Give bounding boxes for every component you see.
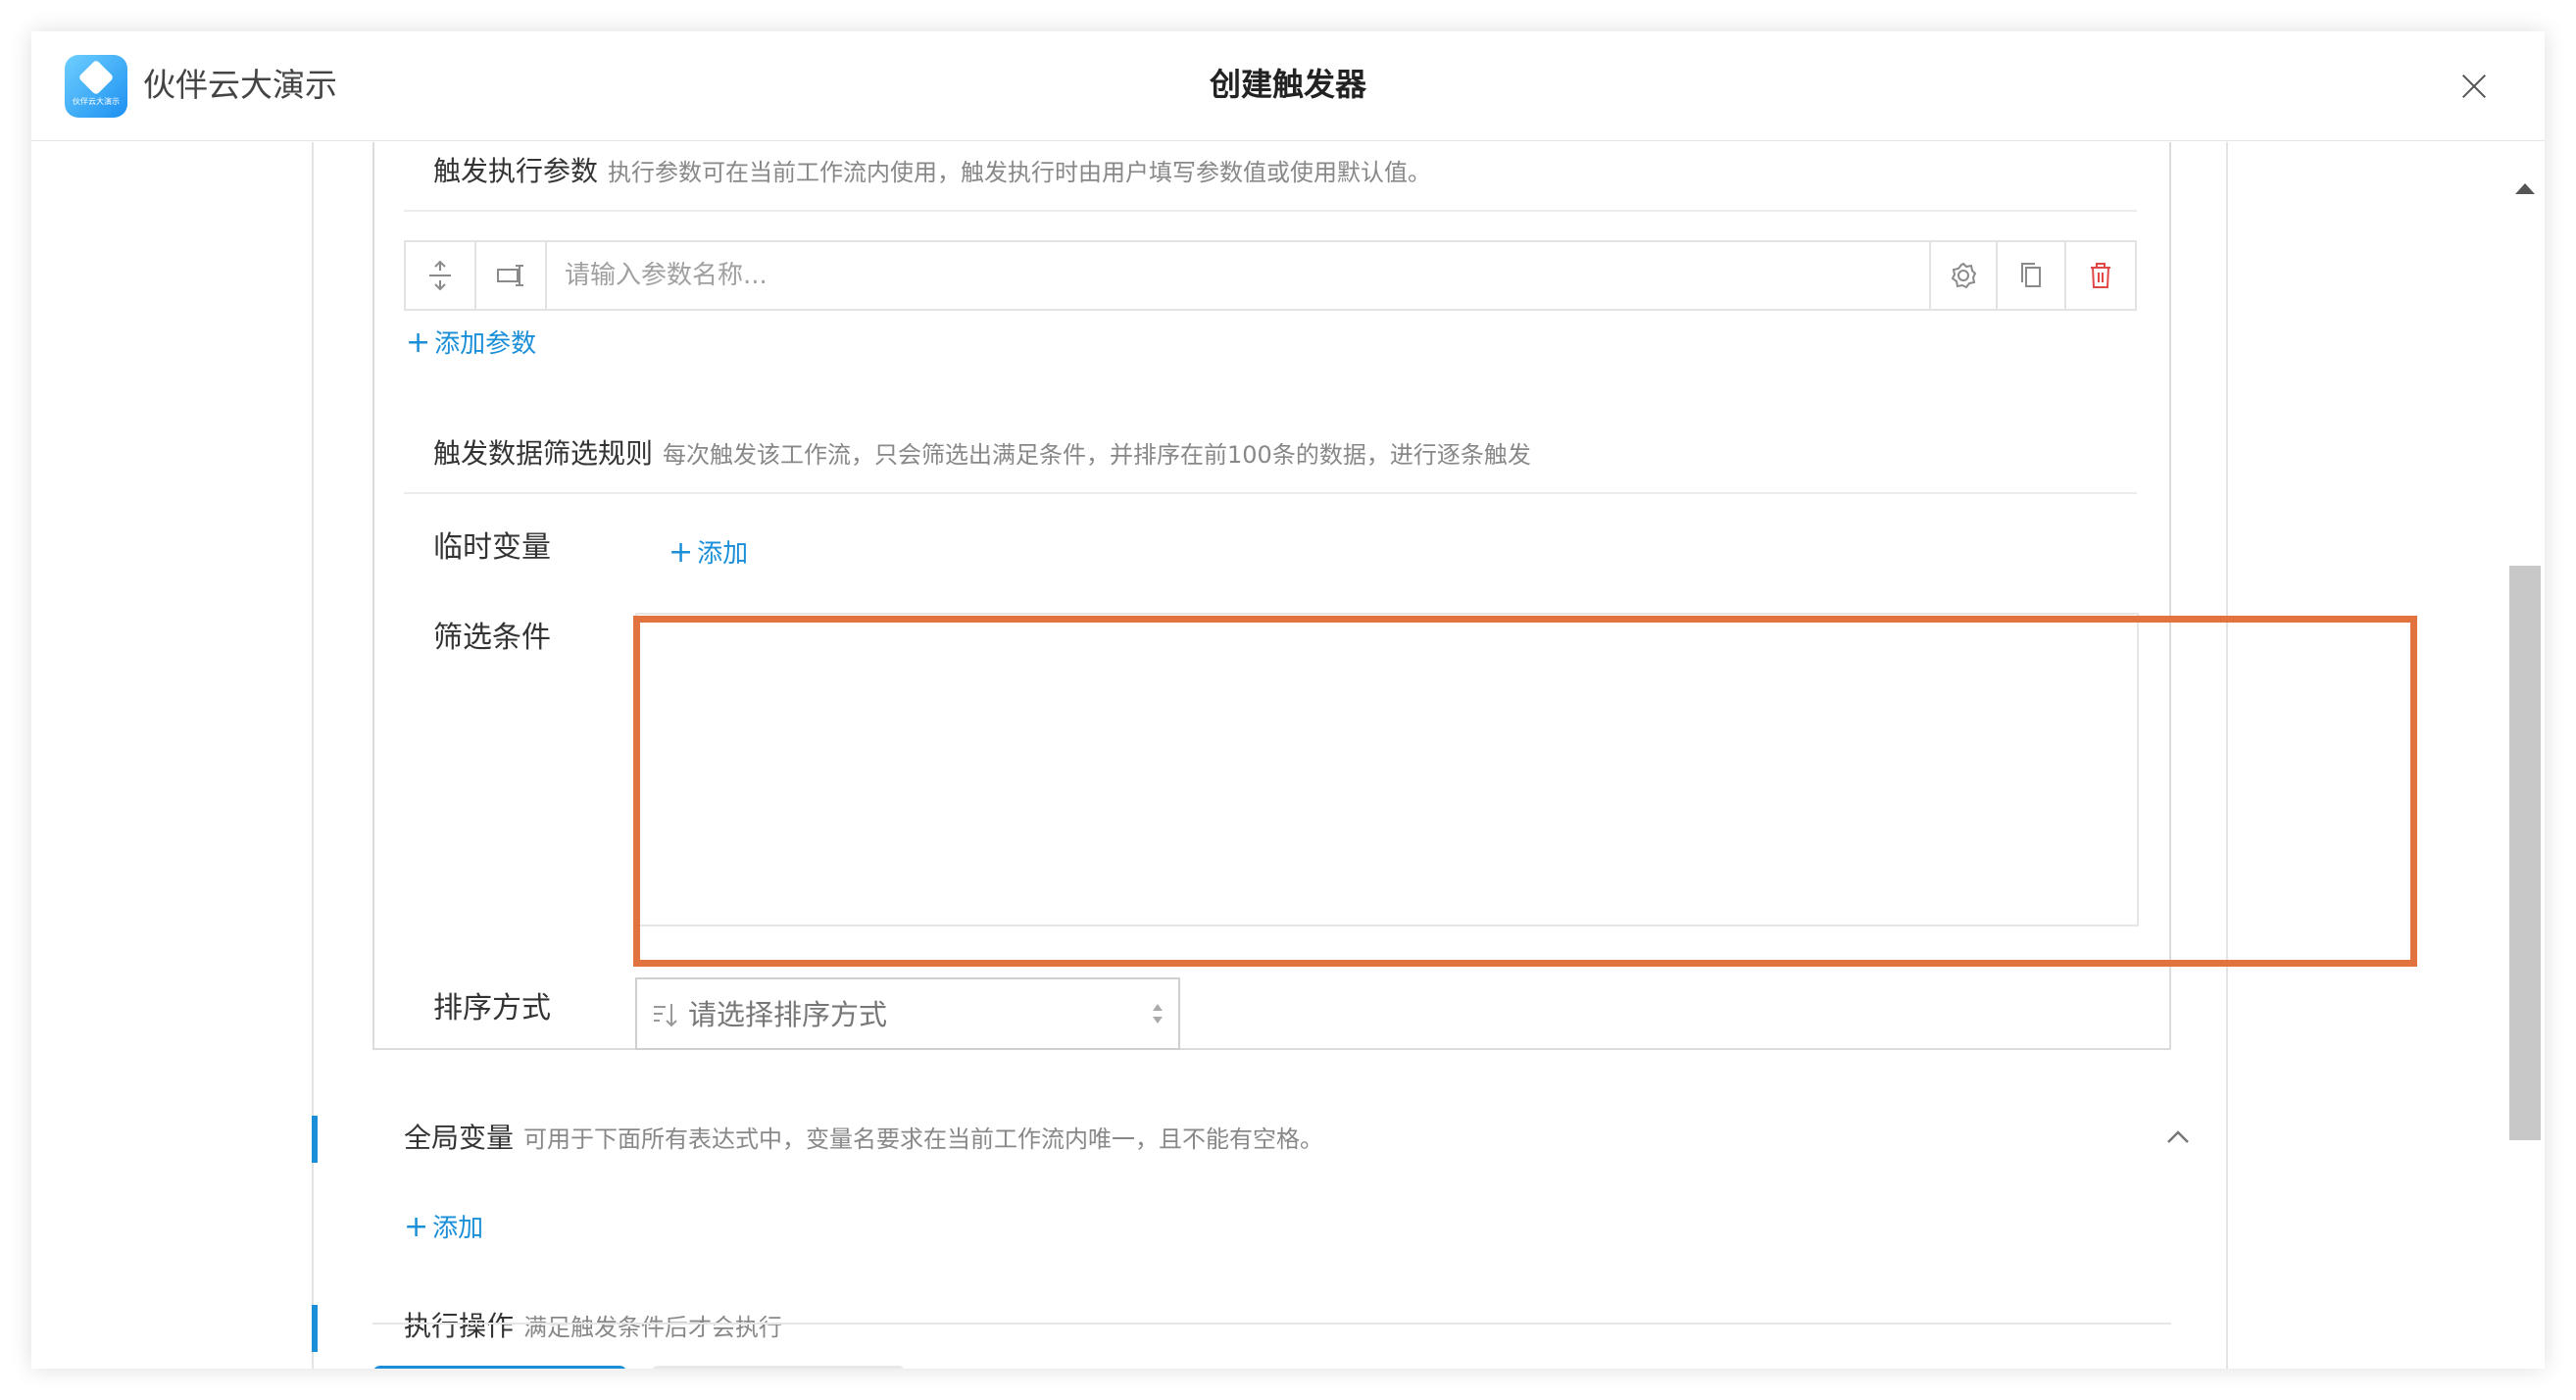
- filter-rules-description: 每次触发该工作流，只会筛选出满足条件，并排序在前100条的数据，进行逐条触发: [663, 441, 1531, 469]
- close-icon[interactable]: [2454, 67, 2494, 106]
- drag-handle-icon[interactable]: [406, 242, 476, 309]
- add-global-var-label: 添加: [432, 1214, 484, 1243]
- temp-var-label: 临时变量: [433, 530, 551, 565]
- vertical-scrollbar[interactable]: [2505, 142, 2545, 1369]
- trigger-params-heading: 触发执行参数 执行参数可在当前工作流内使用，触发执行时由用户填写参数值或使用默认值…: [433, 154, 1431, 190]
- trigger-params-description: 执行参数可在当前工作流内使用，触发执行时由用户填写参数值或使用默认值。: [608, 159, 1432, 186]
- scroll-up-arrow-icon[interactable]: [2515, 183, 2535, 194]
- sort-label: 排序方式: [433, 991, 551, 1025]
- dialog-header: 伙伴云大演示 伙伴云大演示 创建触发器: [31, 31, 2545, 141]
- plus-icon: +: [404, 1210, 429, 1244]
- create-trigger-dialog: 伙伴云大演示 伙伴云大演示 创建触发器 触发执行参数 执行参数可在当前工作流内使用…: [31, 31, 2545, 1369]
- form-panel: 触发执行参数 执行参数可在当前工作流内使用，触发执行时由用户填写参数值或使用默认值…: [312, 142, 2417, 1369]
- divider: [404, 492, 2137, 494]
- input-type-icon[interactable]: [476, 242, 547, 309]
- dialog-title: 创建触发器: [1209, 66, 1366, 103]
- global-vars-title: 全局变量: [404, 1122, 515, 1154]
- section-accent-bar: [312, 1116, 318, 1163]
- scroll-thumb[interactable]: [2509, 566, 2541, 1140]
- global-vars-heading: 全局变量 可用于下面所有表达式中，变量名要求在当前工作流内唯一，且不能有空格。: [404, 1121, 1323, 1157]
- sort-select-value: 请选择排序方式: [688, 998, 888, 1031]
- cancel-button[interactable]: 取消: [651, 1366, 906, 1369]
- execute-ops-title: 执行操作: [404, 1310, 515, 1342]
- global-vars-description: 可用于下面所有表达式中，变量名要求在当前工作流内唯一，且不能有空格。: [523, 1125, 1324, 1153]
- add-param-button[interactable]: + 添加参数: [406, 326, 536, 361]
- gear-icon[interactable]: [1929, 242, 1998, 309]
- trash-icon[interactable]: [2066, 242, 2135, 309]
- sort-select[interactable]: 请选择排序方式: [635, 977, 1180, 1050]
- chevron-up-icon[interactable]: [2166, 1128, 2190, 1144]
- filter-condition-label: 筛选条件: [433, 621, 551, 655]
- section-accent-bar: [312, 1305, 318, 1352]
- add-param-label: 添加参数: [434, 329, 537, 359]
- dialog-content: 触发执行参数 执行参数可在当前工作流内使用，触发执行时由用户填写参数值或使用默认值…: [31, 142, 2545, 1369]
- copy-icon[interactable]: [1998, 242, 2066, 309]
- divider: [372, 1323, 2171, 1325]
- filter-condition-area[interactable]: [635, 613, 2139, 926]
- divider: [404, 210, 2137, 212]
- plus-icon: +: [669, 535, 694, 570]
- save-button[interactable]: 保存: [372, 1366, 627, 1369]
- execute-ops-description: 满足触发条件后才会执行: [523, 1314, 783, 1341]
- plus-icon: +: [406, 325, 431, 360]
- sort-icon: [654, 1004, 677, 1027]
- param-name-input[interactable]: [547, 242, 1929, 309]
- trigger-params-title: 触发执行参数: [433, 155, 599, 187]
- filter-rules-heading: 触发数据筛选规则 每次触发该工作流，只会筛选出满足条件，并排序在前100条的数据，…: [433, 436, 1531, 473]
- select-arrows-icon: [1153, 1004, 1163, 1024]
- execute-ops-heading: 执行操作 满足触发条件后才会执行: [404, 1309, 782, 1345]
- param-row: [404, 240, 2137, 311]
- filter-rules-title: 触发数据筛选规则: [433, 437, 654, 470]
- add-temp-var-button[interactable]: + 添加: [669, 536, 748, 571]
- add-global-var-button[interactable]: + 添加: [404, 1211, 483, 1245]
- add-temp-var-label: 添加: [697, 539, 749, 569]
